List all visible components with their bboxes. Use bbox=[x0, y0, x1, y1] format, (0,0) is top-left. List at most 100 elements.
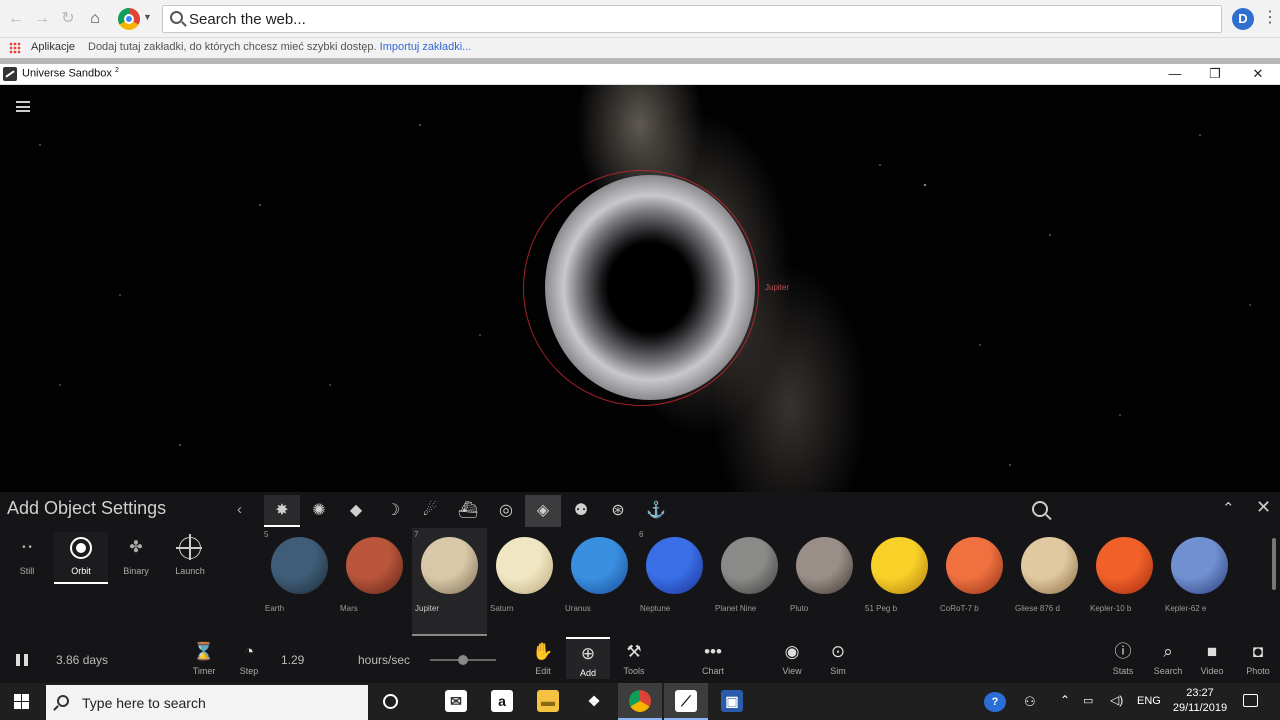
chrome-app[interactable] bbox=[618, 683, 662, 720]
notifications-icon[interactable] bbox=[1243, 694, 1258, 707]
search-icon bbox=[170, 11, 183, 24]
spacecraft-icon[interactable]: ⛴ bbox=[450, 495, 486, 527]
minimize-button[interactable]: — bbox=[1155, 64, 1195, 85]
sim-button[interactable]: ⊙ Sim bbox=[816, 641, 860, 676]
object-card[interactable]: CoRoT-7 b bbox=[937, 528, 1012, 636]
close-button[interactable]: ✕ bbox=[1238, 64, 1278, 85]
slider-knob[interactable] bbox=[458, 655, 468, 665]
object-count: 6 bbox=[639, 530, 644, 539]
bookmarks-bar: Aplikacje Dodaj tutaj zakładki, do który… bbox=[0, 38, 1280, 58]
anchor-icon[interactable]: ⚓ bbox=[638, 495, 674, 527]
galaxy-icon[interactable]: ◆ bbox=[338, 495, 374, 527]
comet-icon[interactable]: ☄ bbox=[412, 495, 448, 527]
search-icon[interactable] bbox=[1032, 501, 1048, 517]
amazon-app[interactable]: a bbox=[480, 683, 524, 720]
taskbar-search-input[interactable] bbox=[82, 694, 352, 712]
object-card[interactable]: Kepler-62 e bbox=[1162, 528, 1237, 636]
photo-button[interactable]: ◘ Photo bbox=[1236, 641, 1280, 676]
video-button[interactable]: ■ Video bbox=[1190, 641, 1234, 676]
battery-icon[interactable]: ▭ bbox=[1083, 694, 1093, 720]
taskbar-search[interactable] bbox=[46, 685, 368, 720]
chrome-icon bbox=[629, 690, 651, 712]
object-card[interactable]: Pluto bbox=[787, 528, 862, 636]
mail-app[interactable]: ✉ bbox=[434, 683, 478, 720]
control-label: Edit bbox=[535, 666, 551, 676]
chevron-up-icon[interactable]: ⌃ bbox=[1222, 499, 1235, 517]
control-label: Timer bbox=[192, 666, 216, 676]
object-card[interactable]: Gliese 876 d bbox=[1012, 528, 1087, 636]
object-card[interactable]: 51 Peg b bbox=[862, 528, 937, 636]
restore-button[interactable]: ❐ bbox=[1195, 64, 1235, 85]
timer-button[interactable]: ⌛ Timer bbox=[182, 641, 226, 676]
volume-icon[interactable]: ◁) bbox=[1110, 693, 1123, 720]
simulation-viewport[interactable]: Jupiter bbox=[0, 85, 1280, 492]
import-bookmarks-link[interactable]: Importuj zakładki... bbox=[380, 41, 472, 53]
forward-icon[interactable]: → bbox=[32, 9, 52, 29]
step-button[interactable]: ◔ Step bbox=[227, 641, 271, 676]
object-card[interactable]: Planet Nine bbox=[712, 528, 787, 636]
back-icon[interactable]: ← bbox=[6, 9, 26, 29]
object-card[interactable]: Uranus bbox=[562, 528, 637, 636]
home-icon[interactable]: ⌂ bbox=[85, 9, 105, 29]
chart-button[interactable]: ••• Chart bbox=[691, 641, 735, 676]
people-icon[interactable]: ⚇ bbox=[1024, 694, 1036, 720]
object-card[interactable]: 7 Jupiter bbox=[412, 528, 487, 636]
speed-slider[interactable] bbox=[430, 655, 496, 665]
view-button[interactable]: ◉ View bbox=[770, 641, 814, 676]
person-icon[interactable]: ⚉ bbox=[563, 495, 599, 527]
object-card[interactable]: Mars bbox=[337, 528, 412, 636]
object-card[interactable]: 5 Earth bbox=[262, 528, 337, 636]
mode-launch[interactable]: Launch bbox=[163, 532, 217, 584]
address-input[interactable] bbox=[189, 9, 1189, 29]
moon-icon[interactable]: ☽ bbox=[375, 495, 411, 527]
chevron-down-icon[interactable]: ▼ bbox=[143, 12, 152, 22]
object-card[interactable]: Saturn bbox=[487, 528, 562, 636]
object-card[interactable]: 6 Neptune bbox=[637, 528, 712, 636]
recorder-app[interactable]: ▣ bbox=[710, 683, 754, 720]
gallery-scrollbar[interactable] bbox=[1272, 538, 1276, 590]
object-name: Neptune bbox=[640, 604, 671, 613]
file-explorer-app[interactable]: ▬ bbox=[526, 683, 570, 720]
universe-sandbox-app[interactable]: ⟋ bbox=[664, 683, 708, 720]
tools-button[interactable]: ⚒ Tools bbox=[612, 641, 656, 676]
control-label: Chart bbox=[701, 666, 724, 676]
cortana-icon[interactable] bbox=[383, 694, 398, 709]
mode-orbit[interactable]: Orbit bbox=[54, 532, 108, 584]
close-icon[interactable]: ✕ bbox=[1256, 497, 1271, 518]
spiral-icon[interactable]: ◎ bbox=[488, 495, 524, 527]
planet-icon[interactable]: ◈ bbox=[525, 495, 561, 527]
app-title-text: Universe Sandbox bbox=[22, 67, 112, 80]
chevron-left-icon[interactable]: ‹ bbox=[237, 501, 242, 518]
chevron-up-icon[interactable]: ⌃ bbox=[1060, 693, 1070, 720]
chrome-logo-icon[interactable] bbox=[118, 8, 140, 30]
apps-grid-icon[interactable] bbox=[9, 42, 21, 54]
timer-icon: ⌛ bbox=[193, 642, 215, 661]
dropbox-app[interactable]: ❖ bbox=[572, 683, 616, 720]
stats-button[interactable]: ⓘ Stats bbox=[1101, 641, 1145, 676]
ring-icon[interactable]: ⊛ bbox=[600, 495, 636, 527]
more-menu-icon[interactable]: ⋮ bbox=[1262, 9, 1278, 27]
star-icon[interactable]: ✺ bbox=[301, 495, 337, 527]
space-objects-icon[interactable]: ✸ bbox=[264, 495, 300, 527]
object-card[interactable]: Kepler-10 b bbox=[1087, 528, 1162, 636]
search-button[interactable]: ⌕ Search bbox=[1146, 641, 1190, 676]
reload-icon[interactable]: ↻ bbox=[58, 9, 78, 29]
pause-icon[interactable] bbox=[16, 654, 28, 666]
object-count: 5 bbox=[264, 530, 269, 539]
universe-sandbox-icon: ⟋ bbox=[675, 690, 697, 712]
edit-button[interactable]: ✋ Edit bbox=[521, 641, 565, 676]
mode-binary[interactable]: Binary bbox=[109, 532, 163, 584]
profile-avatar[interactable]: D bbox=[1232, 8, 1254, 30]
mode-still[interactable]: Still bbox=[0, 532, 54, 584]
mode-label: Orbit bbox=[71, 566, 91, 576]
help-icon[interactable]: ? bbox=[984, 692, 1006, 712]
bookmark-apps[interactable]: Aplikacje bbox=[31, 41, 75, 53]
step-icon: ◔ bbox=[243, 642, 255, 661]
windows-start-icon[interactable] bbox=[14, 694, 29, 709]
language-indicator[interactable]: ENG bbox=[1137, 695, 1161, 720]
clock[interactable]: 23:27 29/11/2019 bbox=[1168, 686, 1232, 716]
speed-unit[interactable]: hours/sec bbox=[358, 653, 410, 667]
address-bar[interactable] bbox=[162, 5, 1222, 33]
add-button[interactable]: ⊕ Add bbox=[566, 637, 610, 679]
menu-icon[interactable] bbox=[16, 101, 30, 112]
